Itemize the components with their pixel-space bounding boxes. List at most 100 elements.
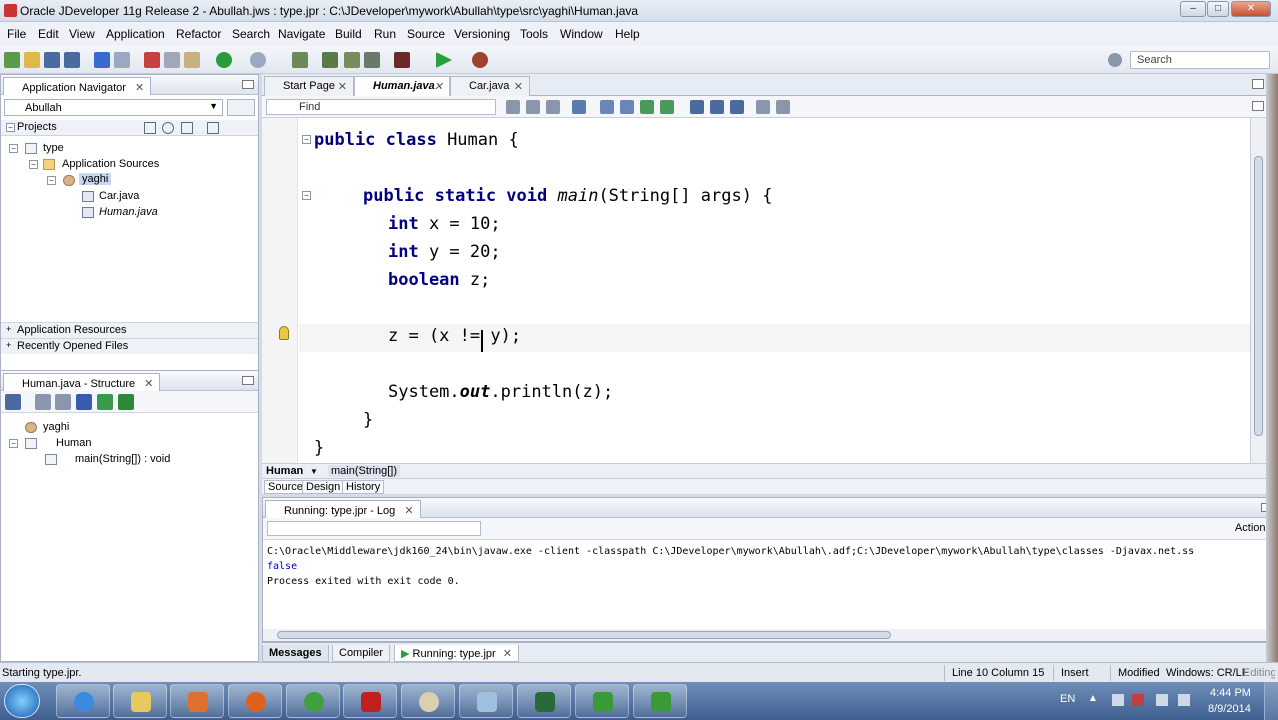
methods-icon[interactable] — [55, 394, 71, 410]
menu-application[interactable]: Application — [106, 27, 165, 41]
breadcrumb-class[interactable]: Human — [266, 465, 303, 477]
expand-icon[interactable]: − — [47, 176, 56, 185]
build-icon[interactable] — [344, 52, 360, 68]
taskbar-explorer[interactable] — [113, 684, 167, 718]
find-prev-icon[interactable] — [506, 100, 520, 114]
menu-edit[interactable]: Edit — [38, 27, 59, 41]
refresh-icon[interactable] — [162, 122, 174, 134]
menu-source[interactable]: Source — [407, 27, 445, 41]
menu-navigate[interactable]: Navigate — [278, 27, 325, 41]
start-button[interactable] — [4, 684, 40, 718]
zoom-icon[interactable] — [144, 122, 156, 134]
close-icon[interactable]: ✕ — [434, 80, 443, 93]
breadcrumb-method[interactable]: main(String[]) — [328, 465, 401, 477]
taskbar-app-green[interactable] — [517, 684, 571, 718]
editor-gutter[interactable]: − − — [262, 118, 311, 463]
tab-application-navigator[interactable]: Application Navigator ✕ — [3, 77, 152, 95]
close-icon[interactable]: ✕ — [338, 80, 347, 93]
new-icon[interactable] — [4, 52, 20, 68]
tab-messages[interactable]: Messages — [262, 645, 329, 662]
highlight-icon[interactable] — [546, 100, 560, 114]
paste-icon[interactable] — [184, 52, 200, 68]
structure-method[interactable]: main(String[]) : void — [75, 453, 170, 465]
copy-icon[interactable] — [164, 52, 180, 68]
expand-icon[interactable]: − — [29, 160, 38, 169]
tab-history[interactable]: History — [342, 480, 385, 494]
tray-expand-icon[interactable]: ▲ — [1088, 693, 1098, 704]
close-icon[interactable]: ✕ — [514, 80, 523, 93]
minimize-panel-icon[interactable] — [242, 80, 254, 89]
menu-view[interactable]: View — [69, 27, 95, 41]
insert-mode[interactable]: Insert — [1061, 667, 1089, 679]
expand-icon[interactable]: − — [9, 439, 18, 448]
toggle-icon[interactable] — [620, 100, 634, 114]
tree-item-application-sources[interactable]: Application Sources — [62, 158, 159, 170]
refresh-icon[interactable] — [640, 100, 654, 114]
static-icon[interactable] — [76, 394, 92, 410]
format-icon[interactable] — [572, 100, 586, 114]
close-icon[interactable]: ✕ — [135, 82, 144, 94]
clock-time[interactable]: 4:44 PM — [1210, 687, 1251, 699]
save-icon[interactable] — [44, 52, 60, 68]
save-all-icon[interactable] — [64, 52, 80, 68]
menu-refactor[interactable]: Refactor — [176, 27, 221, 41]
tab-compiler[interactable]: Compiler — [332, 645, 391, 662]
minimize-button[interactable]: – — [1180, 1, 1206, 17]
debug-icon[interactable] — [472, 52, 488, 68]
options-icon[interactable] — [207, 122, 219, 134]
brace-icon[interactable] — [600, 100, 614, 114]
log-horizontal-scrollbar[interactable] — [263, 629, 1277, 641]
tab-source[interactable]: Source — [264, 480, 307, 494]
taskbar-acrobat[interactable] — [343, 684, 397, 718]
tray-action-center-icon[interactable] — [1178, 694, 1190, 706]
undo-icon[interactable] — [94, 52, 110, 68]
recent-files-header[interactable]: + Recently Opened Files — [1, 338, 258, 354]
menu-build[interactable]: Build — [335, 27, 362, 41]
tab-list-icon[interactable] — [1252, 79, 1264, 89]
tree-item-package[interactable]: yaghi — [79, 173, 112, 185]
next-bookmark-icon[interactable] — [730, 100, 744, 114]
open-icon[interactable] — [24, 52, 40, 68]
clean-icon[interactable] — [364, 52, 380, 68]
tab-car-java[interactable]: Car.java ✕ — [450, 76, 530, 96]
tab-start-page[interactable]: Start Page ✕ — [264, 76, 354, 96]
tab-structure[interactable]: Human.java - Structure ✕ — [3, 373, 161, 391]
sort-icon[interactable] — [5, 394, 21, 410]
taskbar-camtasia-recorder[interactable] — [633, 684, 687, 718]
line-endings[interactable]: Windows: CR/LF — [1166, 667, 1249, 679]
surround-icon[interactable] — [660, 100, 674, 114]
bookmark-icon[interactable] — [690, 100, 704, 114]
taskbar-media-player[interactable] — [170, 684, 224, 718]
menu-run[interactable]: Run — [374, 27, 396, 41]
fold-icon[interactable]: − — [302, 135, 311, 144]
minimize-panel-icon[interactable] — [242, 376, 254, 385]
structure-class[interactable]: Human — [56, 437, 91, 449]
tree-item-car-java[interactable]: Car.java — [99, 190, 139, 202]
tab-human-java[interactable]: Human.java ✕ — [354, 76, 450, 96]
scroll-thumb[interactable] — [277, 631, 891, 639]
fold-icon[interactable]: − — [302, 191, 311, 200]
editor-vertical-scrollbar[interactable] — [1250, 118, 1266, 463]
tray-icon[interactable] — [1112, 694, 1124, 706]
taskbar-chrome[interactable] — [286, 684, 340, 718]
tree-item-project[interactable]: type — [43, 142, 64, 154]
close-icon[interactable]: ✕ — [144, 378, 153, 390]
maximize-button[interactable]: □ — [1207, 1, 1229, 17]
sync-icon[interactable] — [118, 394, 134, 410]
log-search-input[interactable] — [267, 521, 481, 536]
uncomment-icon[interactable] — [776, 100, 790, 114]
redo-icon[interactable] — [114, 52, 130, 68]
clock-date[interactable]: 8/9/2014 — [1208, 703, 1251, 715]
rebuild-icon[interactable] — [322, 52, 338, 68]
projects-header[interactable]: − Projects — [1, 120, 258, 136]
menu-help[interactable]: Help — [615, 27, 640, 41]
tray-volume-icon[interactable] — [1156, 694, 1168, 706]
filter-icon[interactable] — [181, 122, 193, 134]
structure-package[interactable]: yaghi — [43, 421, 69, 433]
fields-icon[interactable] — [35, 394, 51, 410]
prev-bookmark-icon[interactable] — [710, 100, 724, 114]
code-editor[interactable]: − − − − public class Human { public stat… — [262, 118, 1250, 463]
tab-running[interactable]: ▶ Running: type.jpr ✕ — [394, 645, 519, 662]
show-desktop-button[interactable] — [1264, 682, 1278, 720]
comment-icon[interactable] — [756, 100, 770, 114]
